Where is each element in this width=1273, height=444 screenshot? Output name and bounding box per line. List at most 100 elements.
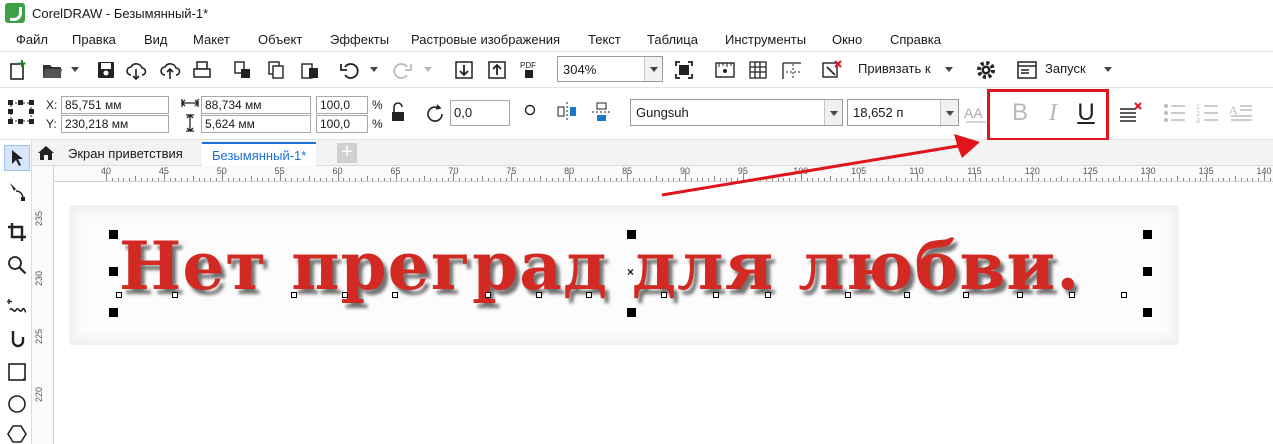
pick-tool-icon[interactable] — [4, 145, 30, 171]
selection-handle[interactable] — [1143, 267, 1152, 276]
pdf-export-icon[interactable]: PDF — [518, 58, 542, 82]
mirror-horizontal-icon[interactable] — [555, 100, 579, 124]
drop-cap-icon[interactable]: A — [1229, 102, 1253, 124]
character-node[interactable] — [1121, 292, 1127, 298]
character-node[interactable] — [172, 292, 178, 298]
tab-welcome-screen[interactable]: Экран приветствия — [58, 142, 193, 166]
shape-tool-icon[interactable] — [4, 178, 30, 204]
redo-dropdown-arrow-icon[interactable] — [423, 64, 433, 74]
character-node[interactable] — [291, 292, 297, 298]
character-node[interactable] — [904, 292, 910, 298]
cloud-upload-icon[interactable] — [158, 58, 182, 82]
menu-object[interactable]: Объект — [258, 32, 302, 47]
settings-gear-icon[interactable] — [974, 58, 998, 82]
save-icon[interactable] — [94, 58, 118, 82]
artistic-text-object[interactable]: Нет преград для любви. — [119, 227, 1080, 305]
character-node[interactable] — [116, 292, 122, 298]
character-node[interactable] — [485, 292, 491, 298]
y-position-field[interactable]: 230,218 мм — [61, 115, 169, 133]
font-size-value[interactable]: 18,652 п — [848, 105, 940, 120]
rotation-center-icon[interactable] — [523, 103, 537, 117]
ellipse-tool-icon[interactable] — [4, 391, 30, 417]
freehand-tool-icon[interactable] — [4, 293, 30, 319]
zoom-level-value[interactable]: 304% — [558, 62, 644, 77]
rectangle-tool-icon[interactable] — [4, 359, 30, 385]
scale-x-field[interactable]: 100,0 — [316, 96, 368, 114]
drawing-canvas[interactable]: Нет преград для любви. × — [55, 183, 1273, 444]
height-field[interactable]: 5,624 мм — [201, 115, 311, 133]
font-list-combo[interactable]: Gungsuh — [630, 99, 843, 126]
menu-effects[interactable]: Эффекты — [330, 32, 389, 47]
menu-table[interactable]: Таблица — [647, 32, 698, 47]
mirror-vertical-icon[interactable] — [590, 100, 614, 124]
character-node[interactable] — [1017, 292, 1023, 298]
home-icon[interactable] — [37, 145, 55, 161]
snap-dropdown-arrow-icon[interactable] — [944, 64, 954, 74]
width-field[interactable]: 88,734 мм — [201, 96, 311, 114]
artistic-media-tool-icon[interactable] — [4, 327, 30, 353]
add-tab-button[interactable]: + — [337, 142, 357, 163]
character-node[interactable] — [765, 292, 771, 298]
selection-handle[interactable] — [1143, 308, 1152, 317]
export-icon[interactable] — [485, 58, 509, 82]
launch-button[interactable]: Запуск — [1045, 61, 1086, 76]
menu-tools[interactable]: Инструменты — [725, 32, 806, 47]
redo-icon[interactable] — [390, 58, 414, 82]
numbered-list-icon[interactable]: 123 — [1196, 102, 1220, 125]
snap-off-icon[interactable] — [820, 58, 844, 82]
menu-layout[interactable]: Макет — [193, 32, 230, 47]
object-origin-icon[interactable] — [6, 98, 36, 126]
character-node[interactable] — [392, 292, 398, 298]
selection-handle[interactable] — [109, 267, 118, 276]
clear-formatting-icon[interactable] — [1118, 101, 1144, 127]
new-document-icon[interactable] — [6, 58, 30, 82]
launch-dropdown-arrow-icon[interactable] — [1103, 64, 1113, 74]
cut-icon[interactable] — [230, 58, 254, 82]
vertical-ruler[interactable]: 235 230 225 220 — [32, 166, 54, 444]
bullet-list-icon[interactable] — [1163, 102, 1187, 124]
open-folder-icon[interactable] — [40, 58, 64, 82]
x-position-field[interactable]: 85,751 мм — [61, 96, 169, 114]
lock-ratio-icon[interactable] — [390, 101, 406, 123]
open-dropdown-arrow-icon[interactable] — [70, 64, 80, 74]
menu-help[interactable]: Справка — [890, 32, 941, 47]
print-icon[interactable] — [190, 58, 214, 82]
rotation-center-mark[interactable]: × — [627, 265, 634, 279]
selection-handle[interactable] — [627, 308, 636, 317]
zoom-dropdown-arrow-icon[interactable] — [644, 57, 662, 81]
menu-text[interactable]: Текст — [588, 32, 621, 47]
undo-dropdown-arrow-icon[interactable] — [369, 64, 379, 74]
scale-y-field[interactable]: 100,0 — [316, 115, 368, 133]
font-name-value[interactable]: Gungsuh — [631, 105, 824, 120]
rotation-angle-field[interactable]: 0,0 — [450, 100, 510, 126]
character-node[interactable] — [536, 292, 542, 298]
copy-icon[interactable] — [264, 58, 288, 82]
menu-bitmaps[interactable]: Растровые изображения — [411, 32, 560, 47]
horizontal-ruler[interactable]: 40 45 50 55 60 65 70 75 80 85 90 95 100 105 110 115 120 1… — [54, 166, 1273, 182]
text-properties-icon[interactable]: AA — [964, 102, 988, 126]
grid-icon[interactable] — [746, 58, 770, 82]
font-size-combo[interactable]: 18,652 п — [847, 99, 959, 126]
import-icon[interactable] — [452, 58, 476, 82]
character-node[interactable] — [963, 292, 969, 298]
character-node[interactable] — [845, 292, 851, 298]
character-node[interactable] — [1069, 292, 1075, 298]
rulers-icon[interactable] — [713, 58, 737, 82]
selection-handle[interactable] — [109, 308, 118, 317]
snap-to-button[interactable]: Привязать к — [858, 61, 931, 76]
menu-file[interactable]: Файл — [16, 32, 48, 47]
font-dropdown-arrow-icon[interactable] — [824, 100, 842, 125]
guidelines-icon[interactable] — [780, 58, 804, 82]
application-launcher-icon[interactable] — [1015, 58, 1039, 82]
polygon-tool-icon[interactable] — [4, 421, 30, 444]
tab-document[interactable]: Безымянный-1* — [202, 142, 317, 166]
menu-edit[interactable]: Правка — [72, 32, 116, 47]
menu-window[interactable]: Окно — [832, 32, 862, 47]
cloud-download-icon[interactable] — [124, 58, 148, 82]
character-node[interactable] — [586, 292, 592, 298]
character-node[interactable] — [342, 292, 348, 298]
zoom-level-combo[interactable]: 304% — [557, 56, 663, 82]
zoom-tool-icon[interactable] — [4, 252, 30, 278]
undo-icon[interactable] — [338, 58, 362, 82]
selection-handle[interactable] — [627, 230, 636, 239]
